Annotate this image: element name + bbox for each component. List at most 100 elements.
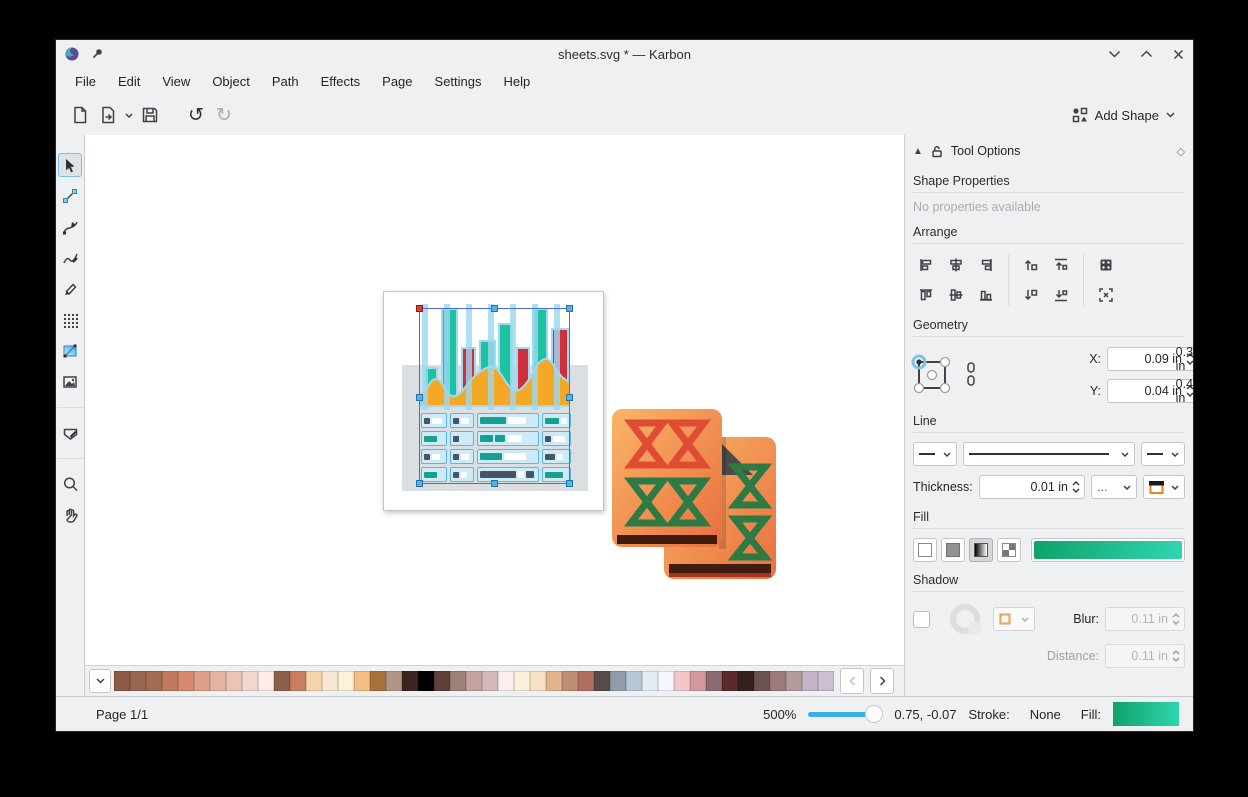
fill-pattern-button[interactable]: [997, 538, 1021, 562]
selection-handle[interactable]: [566, 480, 573, 487]
palette-swatch[interactable]: [306, 671, 322, 691]
palette-swatch[interactable]: [274, 671, 290, 691]
sheets-icon-object[interactable]: [611, 407, 781, 583]
maximize-button[interactable]: [1139, 47, 1153, 61]
palette-swatch[interactable]: [178, 671, 194, 691]
fill-none-button[interactable]: [913, 538, 937, 562]
align-center-vertical-button[interactable]: [943, 283, 969, 307]
ungroup-shapes-button[interactable]: [1093, 283, 1119, 307]
shadow-blur-spinbox[interactable]: 0.11 in: [1105, 607, 1185, 631]
palette-swatch[interactable]: [130, 671, 146, 691]
fill-gradient-button[interactable]: [969, 538, 993, 562]
new-document-button[interactable]: [66, 101, 94, 129]
palette-menu-button[interactable]: [89, 669, 111, 693]
menu-view[interactable]: View: [153, 71, 199, 92]
menu-object[interactable]: Object: [203, 71, 259, 92]
palette-swatch[interactable]: [242, 671, 258, 691]
selection-handle[interactable]: [491, 480, 498, 487]
palette-swatch[interactable]: [738, 671, 754, 691]
palette-swatch[interactable]: [530, 671, 546, 691]
palette-swatch[interactable]: [210, 671, 226, 691]
palette-swatch[interactable]: [786, 671, 802, 691]
palette-swatch[interactable]: [578, 671, 594, 691]
redo-button[interactable]: ↻: [210, 101, 238, 129]
palette-swatch[interactable]: [818, 671, 834, 691]
palette-swatch[interactable]: [146, 671, 162, 691]
select-tool-button[interactable]: [58, 153, 82, 177]
aspect-lock-icon[interactable]: [966, 362, 976, 388]
calligraphy-tool-button[interactable]: [58, 246, 82, 270]
align-top-button[interactable]: [913, 283, 939, 307]
raise-shape-button[interactable]: [1018, 253, 1044, 277]
group-shapes-button[interactable]: [1093, 253, 1119, 277]
menu-settings[interactable]: Settings: [426, 71, 491, 92]
selection-handle[interactable]: [416, 480, 423, 487]
palette-swatch[interactable]: [754, 671, 770, 691]
palette-swatch[interactable]: [258, 671, 274, 691]
bring-to-front-button[interactable]: [1048, 253, 1074, 277]
palette-swatch[interactable]: [194, 671, 210, 691]
line-join-select[interactable]: ...: [1091, 475, 1137, 499]
palette-swatch[interactable]: [658, 671, 674, 691]
pattern-tool-button[interactable]: [58, 370, 82, 394]
palette-swatch[interactable]: [498, 671, 514, 691]
shadow-enable-checkbox[interactable]: [913, 611, 930, 628]
align-left-button[interactable]: [913, 253, 939, 277]
palette-swatch[interactable]: [450, 671, 466, 691]
palette-swatch[interactable]: [514, 671, 530, 691]
menu-file[interactable]: File: [66, 71, 105, 92]
shape-edit-tool-button[interactable]: [58, 421, 82, 445]
palette-swatch[interactable]: [354, 671, 370, 691]
fill-gradient-preview[interactable]: [1031, 538, 1185, 562]
palette-swatch[interactable]: [562, 671, 578, 691]
shadow-distance-spinbox[interactable]: 0.11 in: [1105, 644, 1185, 668]
palette-swatch[interactable]: [338, 671, 354, 691]
fill-color-swatch[interactable]: [1113, 702, 1179, 726]
line-style-select[interactable]: [963, 442, 1135, 466]
pin-icon[interactable]: [90, 47, 104, 61]
palette-swatch[interactable]: [770, 671, 786, 691]
minimize-button[interactable]: [1107, 47, 1121, 61]
canvas[interactable]: [85, 135, 904, 665]
selection-handle[interactable]: [566, 305, 573, 312]
open-document-button[interactable]: [94, 101, 122, 129]
zoom-tool-button[interactable]: [58, 472, 82, 496]
selection-handle[interactable]: [416, 394, 423, 401]
add-shape-button[interactable]: Add Shape: [1064, 102, 1183, 128]
palette-swatch[interactable]: [434, 671, 450, 691]
align-right-button[interactable]: [973, 253, 999, 277]
node-edit-tool-button[interactable]: [58, 184, 82, 208]
gradient-tool-button[interactable]: [58, 339, 82, 363]
line-start-marker-select[interactable]: [913, 442, 957, 466]
dock-lock-icon[interactable]: [931, 145, 943, 158]
fill-solid-button[interactable]: [941, 538, 965, 562]
palette-swatch[interactable]: [642, 671, 658, 691]
menu-effects[interactable]: Effects: [312, 71, 370, 92]
align-bottom-button[interactable]: [973, 283, 999, 307]
palette-swatch[interactable]: [162, 671, 178, 691]
palette-swatch[interactable]: [802, 671, 818, 691]
palette-swatch[interactable]: [594, 671, 610, 691]
zoom-slider[interactable]: [808, 712, 874, 717]
pan-tool-button[interactable]: [58, 503, 82, 527]
menu-edit[interactable]: Edit: [109, 71, 149, 92]
lower-shape-button[interactable]: [1018, 283, 1044, 307]
pencil-tool-button[interactable]: [58, 277, 82, 301]
palette-swatch[interactable]: [386, 671, 402, 691]
open-dropdown-chevron[interactable]: [122, 101, 136, 129]
dock-float-icon[interactable]: ◇: [1177, 145, 1185, 158]
palette-swatch[interactable]: [418, 671, 434, 691]
palette-swatch[interactable]: [114, 671, 130, 691]
palette-swatch[interactable]: [706, 671, 722, 691]
menu-path[interactable]: Path: [263, 71, 308, 92]
palette-scroll-right-button[interactable]: [870, 668, 894, 694]
palette-swatch[interactable]: [674, 671, 690, 691]
palette-swatch[interactable]: [290, 671, 306, 691]
palette-swatch[interactable]: [466, 671, 482, 691]
close-button[interactable]: [1171, 47, 1185, 61]
line-cap-select[interactable]: [1143, 475, 1185, 499]
line-end-marker-select[interactable]: [1141, 442, 1185, 466]
send-to-back-button[interactable]: [1048, 283, 1074, 307]
selection-handle[interactable]: [416, 305, 423, 312]
palette-swatch[interactable]: [690, 671, 706, 691]
